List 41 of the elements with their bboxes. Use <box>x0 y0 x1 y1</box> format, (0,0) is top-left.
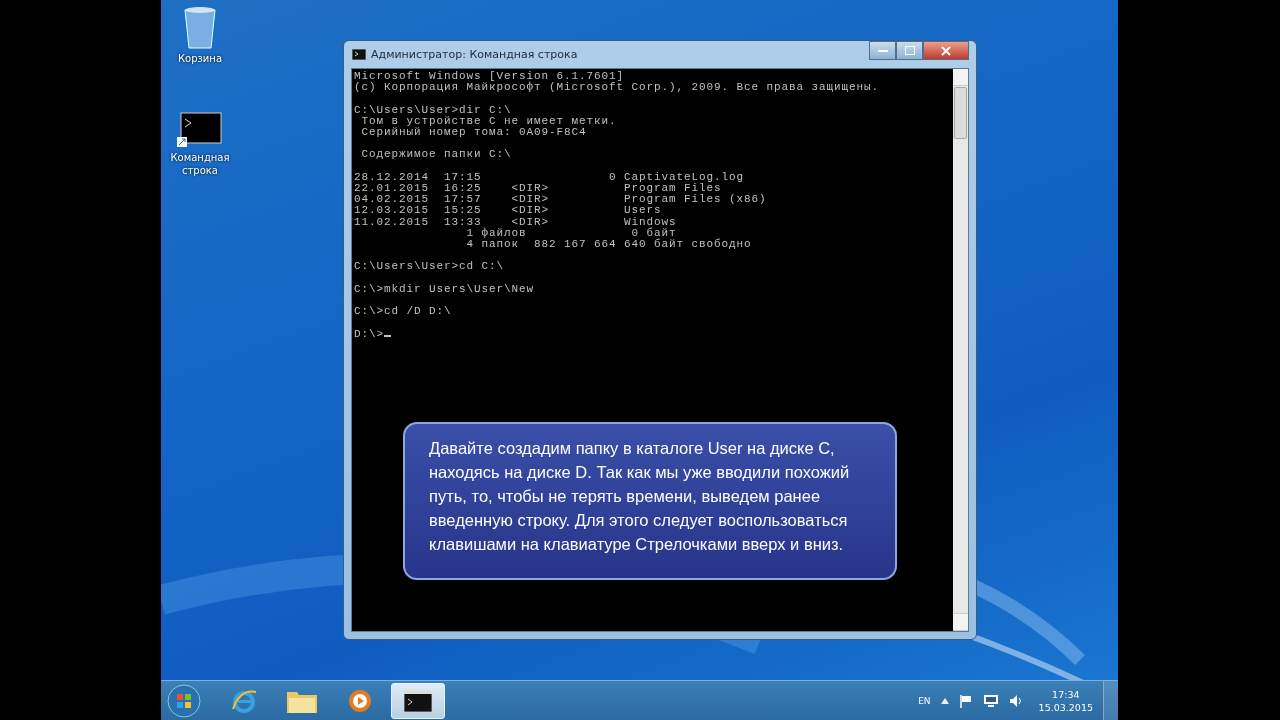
console-line: C:\>mkdir Users\User\New <box>354 283 536 295</box>
desktop-icon-label[interactable]: Командная строка <box>169 151 231 177</box>
console-line: Том в устройстве C не имеет метки. <box>360 115 618 127</box>
console-line: C:\Users\User>cd C:\ <box>354 261 506 273</box>
console-line: 11.02.2015 13:33 <DIR> Windows <box>354 216 678 228</box>
clock-time[interactable]: 17:34 <box>1052 687 1080 701</box>
network-icon[interactable] <box>982 693 999 708</box>
text-cursor <box>384 334 391 337</box>
flag-icon[interactable] <box>958 693 973 708</box>
console-line: Microsoft Windows [Version 6.1.7601] <box>354 71 626 83</box>
console-line: 04.02.2015 17:57 <DIR> Program Files (x86) <box>354 194 768 206</box>
maximize-icon <box>904 46 915 55</box>
close-icon <box>941 45 951 56</box>
desktop-icon-label[interactable]: Корзина <box>169 52 231 65</box>
console-line: C:\>cd /D D:\ <box>354 306 453 318</box>
console-line: 28.12.2014 17:15 0 CaptivateLog.log <box>354 171 746 183</box>
maximize-button[interactable] <box>896 41 923 60</box>
console-prompt: D:\> <box>354 327 384 340</box>
scrollbar[interactable] <box>953 69 968 631</box>
clock-date[interactable]: 15.03.2015 <box>1038 700 1093 714</box>
up-arrow-icon[interactable] <box>940 697 949 704</box>
start-button[interactable] <box>167 683 201 718</box>
recycle-bin-icon[interactable] <box>183 6 217 50</box>
media-player-icon <box>347 687 373 714</box>
console-line: C:\Users\User>dir C:\ <box>354 104 513 116</box>
console-line: 12.03.2015 15:25 <DIR> Users <box>354 205 663 217</box>
taskbar-button[interactable] <box>391 682 445 719</box>
console-icon <box>352 49 366 60</box>
console-line: 4 папок 882 167 664 640 байт свободно <box>465 239 753 251</box>
console-shortcut-icon[interactable] <box>177 109 223 149</box>
console-line: 1 файлов 0 байт <box>465 227 677 239</box>
callout-text: Давайте создадим папку в каталоге User на диске С, находясь на диске D. Так как мы уже вводили похожий путь, то, чтобы не терять времени, выведем ранее введенную строку. Для этого следует воспользоваться клавишами на клавиатуре Стрелочками вверх и вниз. <box>403 422 897 580</box>
language-indicator[interactable]: EN <box>918 695 931 706</box>
console-line: 22.01.2015 16:25 <DIR> Program Files <box>354 183 722 194</box>
window-title: Администратор: Командная строка <box>371 48 578 61</box>
console-line: Содержимое папки C:\ <box>360 149 513 161</box>
console-line: (c) Корпорация Майкрософт (Microsoft Corp.), 2009. Все права защищены. <box>354 82 881 94</box>
console-icon <box>404 689 432 712</box>
close-button[interactable] <box>923 41 969 60</box>
minimize-button[interactable] <box>869 41 896 60</box>
console-line: Серийный номер тома: 0A09-F8C4 <box>360 127 588 139</box>
